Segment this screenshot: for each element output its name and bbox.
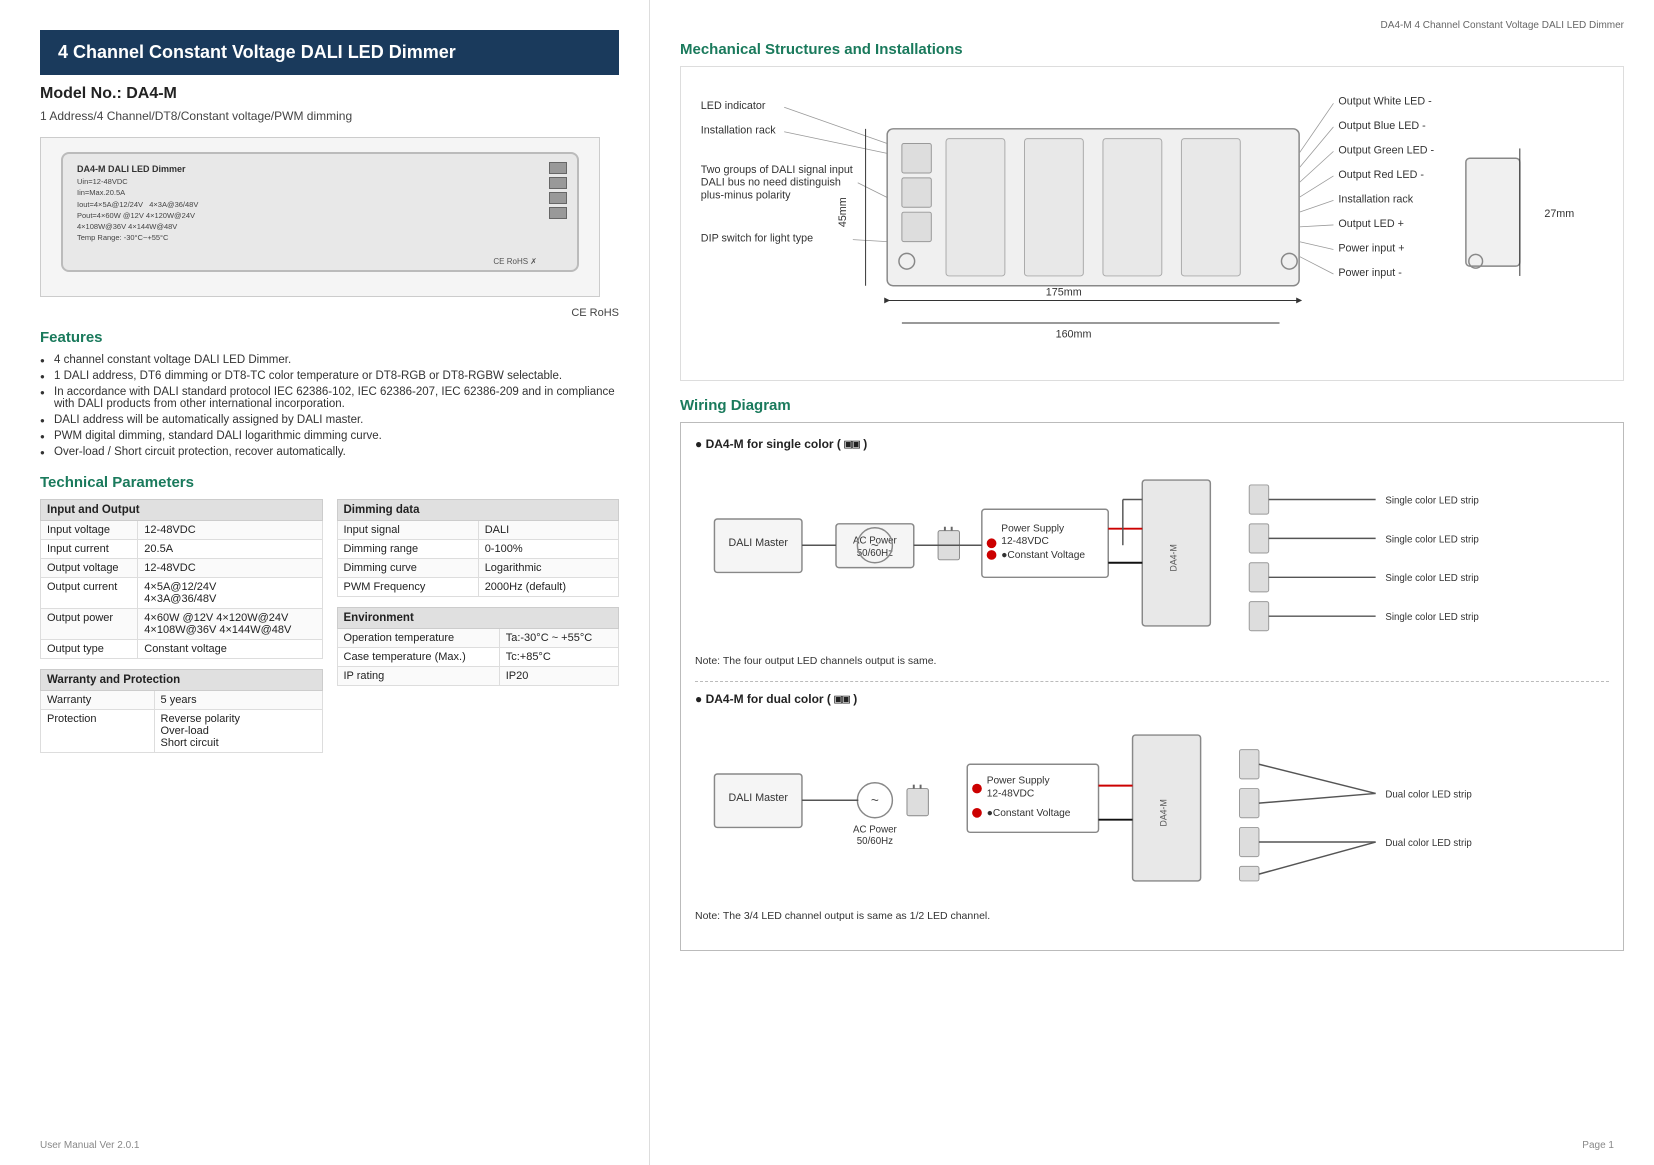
io-table: Input and Output Input voltage12-48VDC I…: [40, 499, 323, 659]
connector-4: [549, 207, 567, 219]
right-page-header: DA4-M 4 Channel Constant Voltage DALI LE…: [680, 20, 1624, 31]
device-label: DA4-M DALI LED Dimmer: [77, 164, 563, 174]
feature-2: 1 DALI address, DT6 dimming or DT8-TC co…: [40, 370, 619, 382]
dimming-header: Dimming data: [337, 500, 619, 521]
device-image: DA4-M DALI LED Dimmer Uin=12-48VDC Iin=M…: [40, 137, 600, 297]
dim-175: 175mm: [1046, 287, 1082, 299]
wiring-diagram: ● DA4-M for single color ( ▣▣ ) DALI Mas…: [680, 422, 1624, 951]
dim-27: 27mm: [1544, 208, 1574, 220]
ce-rohs-label: CE RoHS: [40, 307, 619, 319]
dimming-curve-label: Dimming curve: [337, 559, 478, 578]
main-title: 4 Channel Constant Voltage DALI LED Dimm…: [58, 42, 456, 62]
svg-text:Dual color LED strip: Dual color LED strip: [1385, 838, 1471, 849]
env-table: Environment Operation temperatureTa:-30°…: [337, 607, 620, 686]
svg-text:Single color LED strip: Single color LED strip: [1385, 612, 1478, 623]
svg-text:Single color LED strip: Single color LED strip: [1385, 495, 1478, 506]
svg-text:AC Power: AC Power: [853, 824, 898, 835]
dim-45: 45mm: [837, 197, 849, 227]
mech-output-green-label: Output Green LED -: [1338, 144, 1434, 156]
feature-1: 4 channel constant voltage DALI LED Dimm…: [40, 354, 619, 366]
dimming-table-wrap: Dimming data Input signalDALI Dimming ra…: [337, 499, 620, 763]
warranty-header: Warranty and Protection: [41, 670, 323, 691]
wiring-dual-label: ● DA4-M for dual color ( ▣▣ ): [695, 692, 1609, 707]
svg-text:50/60Hz: 50/60Hz: [857, 836, 893, 847]
device-specs: Uin=12-48VDC Iin=Max.20.5A Iout=4×5A@12/…: [77, 176, 563, 244]
mech-dip-label: DIP switch for light type: [701, 233, 813, 245]
device-connectors: [549, 162, 567, 219]
page-footer: User Manual Ver 2.0.1 Page 1: [40, 1140, 1614, 1151]
left-column: 4 Channel Constant Voltage DALI LED Dimm…: [0, 0, 650, 1165]
svg-text:DA4-M: DA4-M: [1168, 544, 1178, 571]
feature-6: Over-load / Short circuit protection, re…: [40, 446, 619, 458]
mech-dali-label: Two groups of DALI signal input: [701, 164, 853, 176]
mech-diagram: LED indicator Installation rack Two grou…: [680, 66, 1624, 381]
wiring-divider: [695, 681, 1609, 682]
svg-text:12-48VDC: 12-48VDC: [987, 788, 1035, 799]
mech-power-plus-label: Power input +: [1338, 242, 1404, 254]
side-view-box: [1466, 158, 1520, 266]
dimming-curve-value: Logarithmic: [478, 559, 618, 578]
right-column: DA4-M 4 Channel Constant Voltage DALI LE…: [650, 0, 1654, 1165]
feature-4: DALI address will be automatically assig…: [40, 414, 619, 426]
svg-text:Dual color LED strip: Dual color LED strip: [1385, 789, 1471, 800]
tech-params-section: Input and Output Input voltage12-48VDC I…: [40, 499, 619, 763]
wiring-dual-note: Note: The 3/4 LED channel output is same…: [695, 910, 1609, 922]
svg-text:Single color LED strip: Single color LED strip: [1385, 534, 1478, 545]
dim-160: 160mm: [1056, 329, 1092, 341]
svg-text:●Constant Voltage: ●Constant Voltage: [987, 808, 1071, 819]
svg-text:Single color LED strip: Single color LED strip: [1385, 573, 1478, 584]
mech-install-rack-right-label: Installation rack: [1338, 193, 1413, 205]
svg-text:~: ~: [871, 793, 879, 808]
svg-text:plus-minus polarity: plus-minus polarity: [701, 189, 791, 201]
wiring-single-label: ● DA4-M for single color ( ▣▣ ): [695, 437, 1609, 452]
connector-3: [549, 192, 567, 204]
dimming-table: Dimming data Input signalDALI Dimming ra…: [337, 499, 620, 597]
mech-power-minus-label: Power input -: [1338, 267, 1402, 279]
model-number: Model No.: DA4-M: [40, 85, 619, 103]
mech-svg: LED indicator Installation rack Two grou…: [691, 77, 1613, 367]
mech-led-indicator-label: LED indicator: [701, 100, 766, 112]
features-list: 4 channel constant voltage DALI LED Dimm…: [40, 354, 619, 458]
wiring-single-note: Note: The four output LED channels outpu…: [695, 655, 1609, 667]
warranty-value: 5 years: [154, 691, 322, 710]
svg-text:●Constant Voltage: ●Constant Voltage: [1001, 550, 1085, 561]
svg-text:DALI Master: DALI Master: [728, 537, 788, 549]
warranty-label: Warranty: [41, 691, 155, 710]
features-title: Features: [40, 329, 619, 346]
env-header: Environment: [337, 608, 619, 629]
warranty-table: Warranty and Protection Warranty5 years …: [40, 669, 323, 753]
svg-text:DALI bus no need distinguish: DALI bus no need distinguish: [701, 177, 841, 189]
mech-output-led-plus-label: Output LED +: [1338, 218, 1404, 230]
footer-left: User Manual Ver 2.0.1: [40, 1140, 140, 1151]
svg-text:DALI Master: DALI Master: [728, 792, 788, 804]
wiring-dual-svg: DALI Master ~ AC Power 50/60Hz Power Sup…: [695, 713, 1609, 903]
svg-text:Power Supply: Power Supply: [1001, 524, 1065, 535]
mech-output-red-label: Output Red LED -: [1338, 169, 1424, 181]
svg-text:~: ~: [871, 538, 879, 553]
wiring-dual-section: ● DA4-M for dual color ( ▣▣ ) DALI Maste…: [695, 692, 1609, 922]
svg-text:DA4-M: DA4-M: [1159, 799, 1169, 826]
tech-params-title: Technical Parameters: [40, 474, 619, 491]
title-bar: 4 Channel Constant Voltage DALI LED Dimm…: [40, 30, 619, 75]
footer-right: Page 1: [1582, 1140, 1614, 1151]
wiring-title: Wiring Diagram: [680, 397, 1624, 414]
mech-install-rack-label: Installation rack: [701, 125, 776, 137]
mech-output-white-label: Output White LED -: [1338, 95, 1432, 107]
svg-text:Power Supply: Power Supply: [987, 776, 1051, 787]
mech-title: Mechanical Structures and Installations: [680, 41, 1624, 58]
device-certification: CE RoHS ✗: [493, 257, 537, 266]
feature-5: PWM digital dimming, standard DALI logar…: [40, 430, 619, 442]
subtitle: 1 Address/4 Channel/DT8/Constant voltage…: [40, 109, 619, 123]
wiring-single-svg: DALI Master AC Power 50/60Hz ~ Power Su: [695, 458, 1609, 648]
connector-2: [549, 177, 567, 189]
mech-output-blue-label: Output Blue LED -: [1338, 120, 1426, 132]
io-header: Input and Output: [41, 500, 323, 521]
svg-text:12-48VDC: 12-48VDC: [1001, 536, 1049, 547]
feature-3: In accordance with DALI standard protoco…: [40, 386, 619, 410]
connector-1: [549, 162, 567, 174]
io-table-wrap: Input and Output Input voltage12-48VDC I…: [40, 499, 323, 763]
wiring-single-section: ● DA4-M for single color ( ▣▣ ) DALI Mas…: [695, 437, 1609, 667]
